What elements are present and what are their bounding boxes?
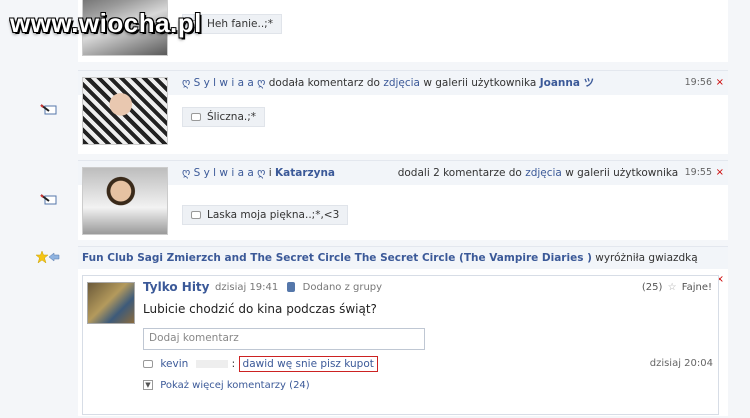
featured-post: Fun Club Sagi Zmierzch and The Secret Ci… [78,246,728,416]
star-icon[interactable]: ☆ [668,282,677,293]
more-label[interactable]: Pokaż więcej komentarzy [160,380,286,391]
post-meta: dzisiaj 19:41 Dodano z grupy [215,282,382,293]
timestamp: 19:56 [684,77,712,88]
like-button[interactable]: Fajne! [682,282,712,293]
show-more-comments[interactable]: ▼ Pokaż więcej komentarzy (24) [143,380,310,391]
comment-bubble: Laska moja piękna..;*,<3 [182,205,349,225]
added-from-group: Dodano z grupy [302,282,383,293]
activity-feed: www.wiocha.pl Heh fanie..;* ღ S y l w i … [0,0,750,418]
more-count: (24) [289,380,310,391]
action-text: dodali 2 komentarze do [397,167,522,179]
comment-pencil-icon [40,194,58,206]
comment-bubble: Śliczna.;* [182,107,265,127]
likes: (25) ☆ Fajne! [642,282,712,293]
featured-post-header: Fun Club Sagi Zmierzch and The Secret Ci… [78,247,728,286]
sub-comment: kevin : dawid wę snie pisz kupot dzisiaj… [143,356,713,376]
user2-link[interactable]: Katarzyna [275,167,335,179]
post-card: Tylko Hity dzisiaj 19:41 Dodano z grupy … [82,275,719,415]
photo-link[interactable]: zdjęcia [525,167,562,179]
gallery-text: w galerii użytkownika [423,77,537,89]
fan-club-link[interactable]: Fun Club Sagi Zmierzch and The Secret Ci… [82,252,592,264]
photo-thumbnail[interactable] [82,167,168,235]
comment-pencil-icon [40,104,58,116]
owner-link[interactable]: Joanna ツ [540,77,594,89]
group-icon [287,282,296,292]
star-arrow-icon [35,250,60,264]
speech-bubble-icon [191,211,201,219]
commenter-link[interactable]: kevin [160,358,188,370]
comment-input[interactable]: Dodaj komentarz [143,328,425,350]
comment-text: Heh fanie..;* [207,18,273,30]
post-time: dzisiaj 19:41 [215,282,279,293]
action-text: dodała komentarz do [268,77,380,89]
feed-item: ღ S y l w i a a ღ dodała komentarz do zd… [78,70,728,154]
close-icon[interactable]: × [716,71,724,95]
gallery-text: w galerii użytkownika [565,167,679,179]
close-icon[interactable]: × [716,161,724,185]
comment-text: Laska moja piękna..;*,<3 [207,209,340,221]
feed-item: ღ S y l w i a a ღ i Katarzyna dodali 2 k… [78,160,728,240]
timestamp: 19:55 [684,167,712,178]
post-text: Lubicie chodzić do kina podczas świąt? [143,302,377,316]
conjunction-text: i [268,167,272,179]
comment-date: dzisiaj 20:04 [649,358,713,369]
feed-item-header: ღ S y l w i a a ღ dodała komentarz do zd… [78,71,728,95]
photo-link[interactable]: zdjęcia [383,77,420,89]
expand-icon: ▼ [143,380,153,390]
speech-bubble-icon [143,360,153,368]
photo-thumbnail[interactable] [82,77,168,145]
poster-avatar[interactable] [87,282,135,324]
feed-item-header: ღ S y l w i a a ღ i Katarzyna dodali 2 k… [78,161,728,185]
likes-count: (25) [641,282,663,293]
user-link[interactable]: ღ S y l w i a a ღ [182,167,265,179]
comment-text: Śliczna.;* [207,111,256,123]
speech-bubble-icon [191,113,201,121]
user-link[interactable]: ღ S y l w i a a ღ [182,77,265,89]
site-watermark: www.wiocha.pl [10,8,202,38]
redacted-name [195,360,228,368]
poster-name-link[interactable]: Tylko Hity [143,280,210,294]
highlighted-comment: dawid wę snie pisz kupot [238,356,378,372]
